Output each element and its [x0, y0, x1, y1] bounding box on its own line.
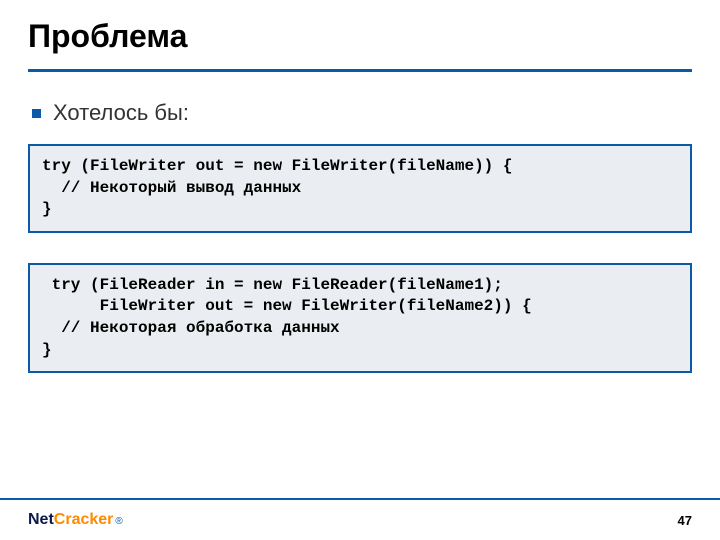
bullet-square-icon	[32, 109, 41, 118]
slide: Проблема Хотелось бы: try (FileWriter ou…	[0, 0, 720, 540]
logo-registered-icon: ®	[115, 516, 122, 527]
code-block-2: try (FileReader in = new FileReader(file…	[28, 263, 692, 373]
logo-part-cracker: Cracker	[54, 511, 114, 529]
title-underline	[28, 69, 692, 72]
bullet-item: Хотелось бы:	[32, 100, 692, 126]
page-number: 47	[678, 513, 692, 528]
page-title: Проблема	[28, 18, 692, 55]
bullet-text: Хотелось бы:	[53, 100, 189, 126]
logo: NetCracker®	[28, 511, 123, 529]
code-block-1: try (FileWriter out = new FileWriter(fil…	[28, 144, 692, 233]
logo-part-net: Net	[28, 511, 54, 529]
footer: NetCracker® 47	[0, 498, 720, 540]
